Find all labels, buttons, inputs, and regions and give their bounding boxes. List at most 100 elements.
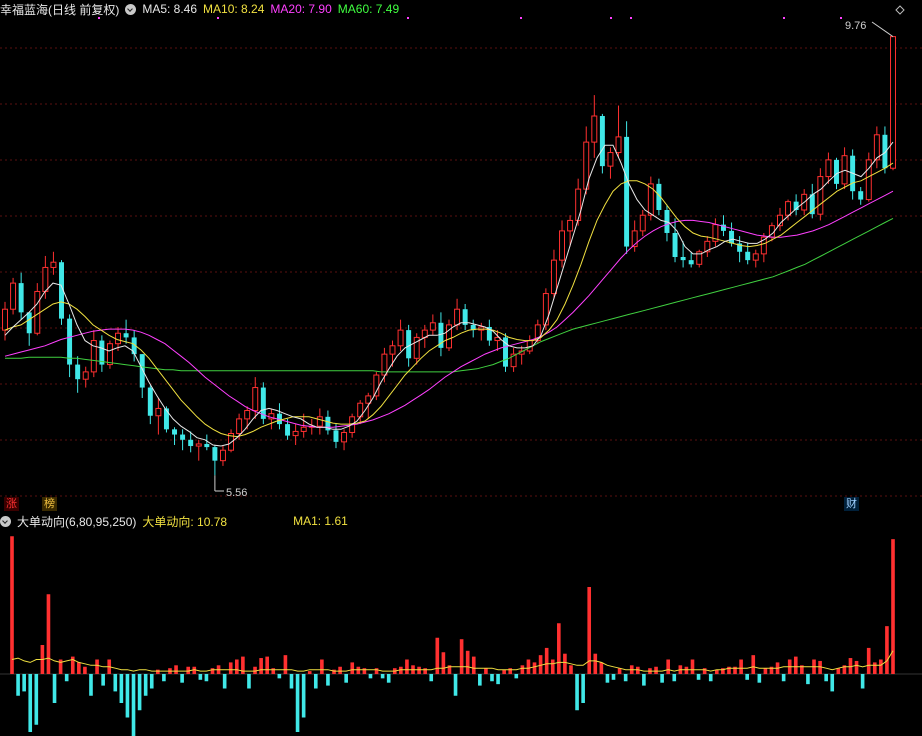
- flow-bar: [350, 662, 355, 674]
- flow-bar: [478, 674, 482, 686]
- flow-bar: [22, 674, 26, 692]
- flow-bar: [623, 674, 628, 682]
- flow-bar: [405, 659, 409, 674]
- candle-body: [82, 371, 89, 380]
- candle-body: [50, 261, 57, 268]
- flow-bar: [210, 668, 215, 674]
- candle-body: [292, 430, 299, 437]
- candle-body: [559, 230, 565, 261]
- ma20-line: [4, 190, 894, 428]
- flow-bar: [569, 665, 573, 674]
- flow-bar: [374, 668, 379, 674]
- candle-body: [10, 282, 17, 310]
- flow-bar: [143, 674, 148, 696]
- flow-bar: [247, 674, 251, 689]
- candle-body: [729, 230, 735, 244]
- candle-body: [212, 447, 218, 461]
- flow-bar: [295, 674, 300, 732]
- flow-bar: [156, 669, 160, 674]
- flow-bar: [180, 674, 184, 683]
- candle-body: [300, 426, 307, 432]
- flow-bar: [696, 674, 701, 680]
- flow-bar: [198, 674, 203, 680]
- candle-body: [204, 443, 210, 448]
- flow-bar: [739, 659, 743, 674]
- candle-body: [680, 257, 686, 261]
- candle-body: [873, 134, 880, 161]
- candle-body: [454, 308, 461, 326]
- flow-bar: [289, 674, 294, 689]
- candle-body: [285, 424, 291, 436]
- flow-bar: [417, 666, 421, 674]
- candle-body: [34, 290, 41, 334]
- flow-bar: [222, 674, 227, 689]
- flow-bar: [16, 674, 20, 696]
- flow-bar: [520, 665, 525, 674]
- candle-body: [478, 326, 485, 331]
- candle-body: [188, 439, 194, 447]
- event-dot: [840, 17, 842, 19]
- candle-body: [752, 253, 759, 261]
- candle-body: [599, 116, 605, 167]
- ma10-line: [4, 162, 894, 438]
- flow-bar: [526, 659, 531, 674]
- flow-bar: [557, 623, 561, 674]
- marker-zhang[interactable]: 涨: [4, 497, 19, 511]
- marker-cai[interactable]: 财: [844, 497, 859, 511]
- flow-bar: [83, 666, 87, 674]
- flow-bar: [320, 659, 324, 674]
- price-chart[interactable]: [0, 0, 922, 500]
- candle-body: [688, 260, 694, 265]
- candle-body: [624, 136, 630, 247]
- flow-bar: [617, 668, 622, 674]
- ma5-line: [4, 141, 894, 447]
- candle-body: [123, 333, 129, 338]
- candle-body: [825, 159, 832, 178]
- candle-body: [591, 115, 598, 143]
- flow-bar: [532, 662, 537, 674]
- candle-body: [397, 329, 404, 347]
- candle-body: [882, 134, 888, 169]
- candle-body: [147, 387, 153, 416]
- flow-bar: [836, 668, 841, 674]
- flow-bar: [751, 655, 756, 674]
- flow-bar: [64, 674, 69, 682]
- candle-body: [75, 364, 81, 380]
- flow-bar: [666, 659, 671, 674]
- flow-bar: [514, 674, 519, 679]
- flow-bar: [265, 656, 269, 674]
- flow-bar: [745, 674, 749, 680]
- flow-bar: [113, 674, 118, 692]
- flow-bar: [234, 659, 239, 674]
- flow-bar: [854, 660, 859, 674]
- high-pointer: [871, 21, 894, 38]
- flow-bar: [28, 674, 33, 732]
- marker-bang[interactable]: 榜: [42, 497, 57, 511]
- flow-bar: [879, 659, 883, 674]
- flow-bar: [34, 674, 39, 725]
- flow-bar: [368, 674, 373, 679]
- event-dot: [630, 17, 632, 19]
- flow-bar: [605, 674, 610, 683]
- flow-bar: [313, 674, 318, 689]
- flow-bar: [429, 674, 434, 682]
- flow-bar: [508, 668, 513, 674]
- flow-bar: [174, 665, 178, 674]
- flow-chart[interactable]: [0, 525, 922, 736]
- event-dot: [217, 17, 219, 19]
- candle-body: [180, 434, 186, 440]
- candle-body: [567, 219, 574, 232]
- flow-bar: [611, 674, 616, 680]
- flow-bar: [757, 674, 762, 683]
- candle-body: [817, 176, 824, 215]
- flow-bar: [690, 659, 695, 674]
- event-dot: [98, 17, 100, 19]
- flow-bar: [459, 639, 464, 674]
- flow-bar: [593, 653, 598, 674]
- flow-bar: [380, 674, 385, 679]
- flow-bar: [563, 653, 567, 674]
- flow-bar: [793, 656, 798, 674]
- flow-bar: [52, 674, 57, 703]
- flow-bar: [10, 536, 14, 674]
- candle-body: [316, 416, 323, 427]
